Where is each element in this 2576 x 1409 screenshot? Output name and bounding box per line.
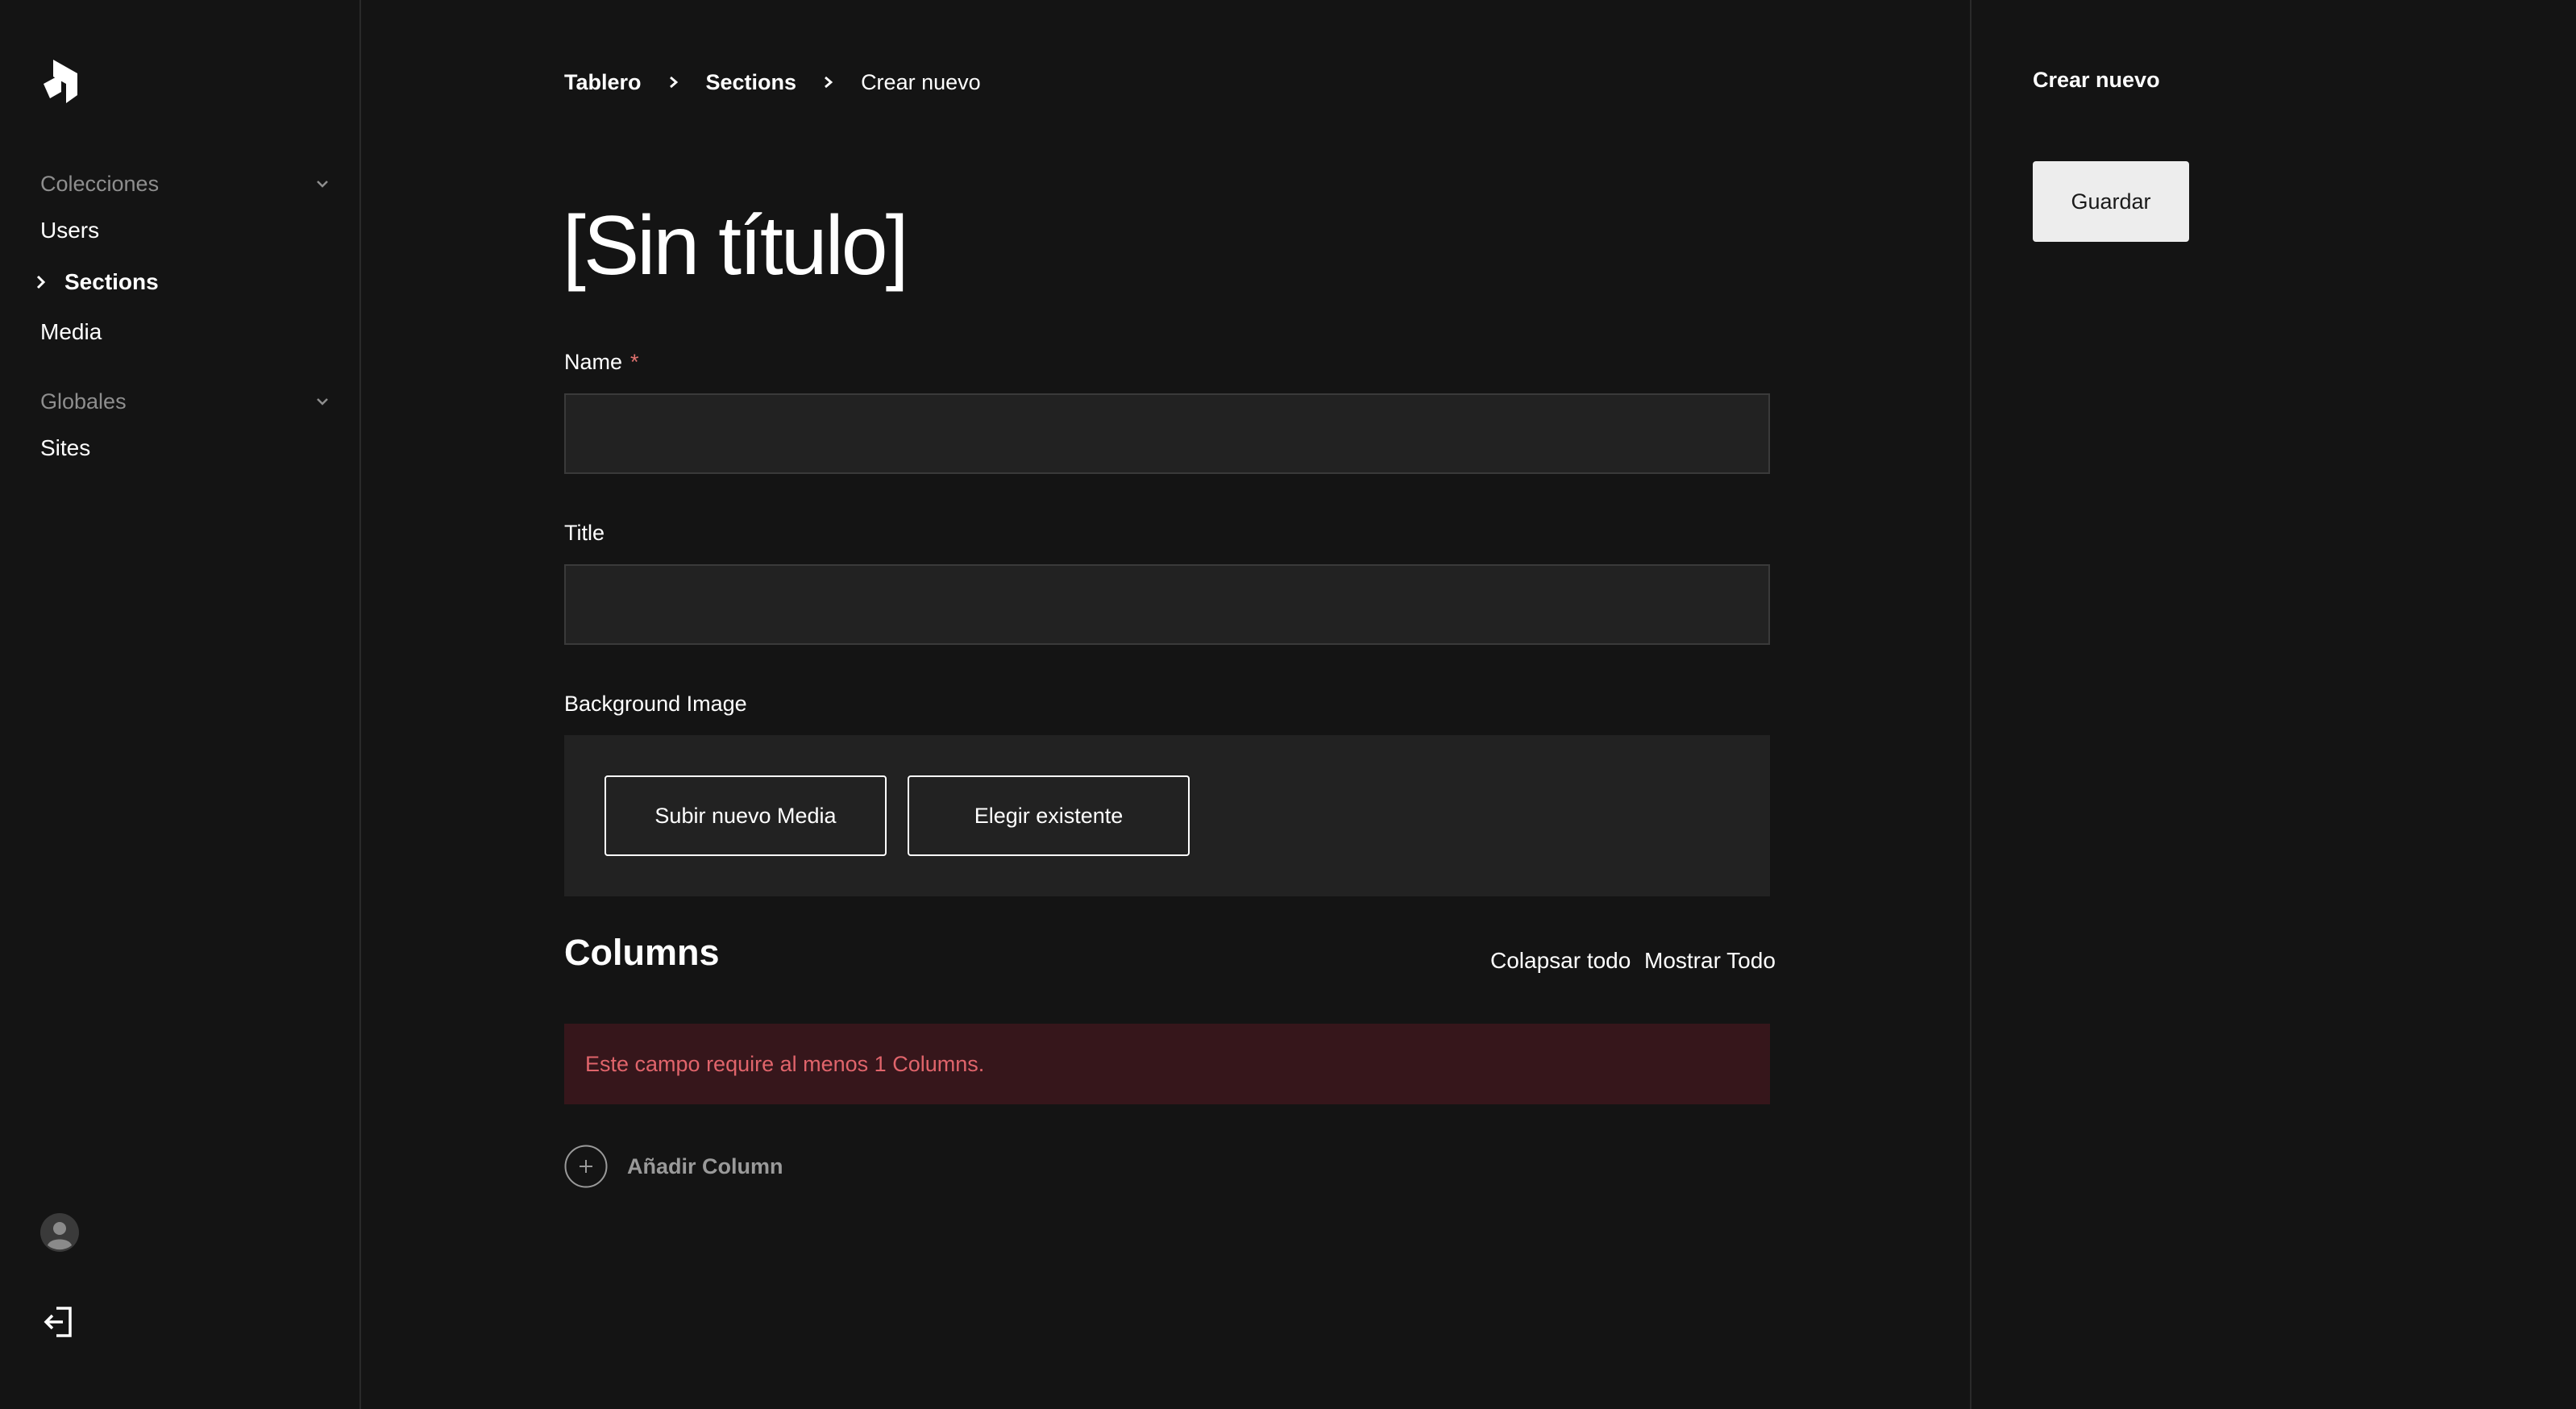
- sidebar-item-sites[interactable]: Sites: [40, 432, 90, 464]
- sidebar-item-label: Sections: [64, 269, 159, 294]
- breadcrumb-current: Crear nuevo: [861, 69, 981, 94]
- sidebar-item-users[interactable]: Users: [40, 214, 99, 247]
- show-all-button[interactable]: Mostrar Todo: [1644, 948, 1776, 974]
- page-title: [Sin título]: [563, 199, 908, 293]
- columns-heading: Columns: [564, 932, 720, 973]
- name-input[interactable]: [564, 393, 1770, 474]
- sidebar-item-media[interactable]: Media: [40, 316, 102, 348]
- avatar-icon[interactable]: [40, 1213, 79, 1252]
- nav-group-label: Colecciones: [40, 171, 160, 196]
- payload-logo-icon[interactable]: [42, 60, 79, 103]
- nav-group-label: Globales: [40, 389, 127, 414]
- chevron-right-icon: [669, 76, 678, 89]
- main-content: Tablero Sections Crear nuevo [Sin título…: [361, 0, 1971, 1409]
- columns-error-banner: Este campo require al menos 1 Columns.: [564, 1024, 1770, 1104]
- save-button[interactable]: Guardar: [2033, 161, 2189, 242]
- chevron-right-icon: [825, 76, 833, 89]
- add-column-label: Añadir Column: [627, 1153, 783, 1178]
- logout-icon[interactable]: [44, 1306, 73, 1338]
- name-label-text: Name: [564, 350, 623, 374]
- nav-group-globals[interactable]: Globales: [40, 385, 330, 418]
- plus-circle-icon: [564, 1145, 608, 1188]
- title-input[interactable]: [564, 564, 1770, 645]
- document-sidebar: Crear nuevo Guardar: [1971, 0, 2576, 1409]
- sidebar-item-sections[interactable]: Sections: [34, 266, 159, 298]
- chevron-right-icon: [36, 275, 46, 289]
- collapse-all-button[interactable]: Colapsar todo: [1490, 948, 1631, 974]
- background-image-upload: Subir nuevo Media Elegir existente: [564, 735, 1770, 896]
- sidebar-item-label: Media: [40, 319, 102, 344]
- name-field-label: Name *: [564, 350, 639, 375]
- add-column-button[interactable]: Añadir Column: [564, 1145, 783, 1188]
- chevron-down-icon: [317, 181, 328, 188]
- breadcrumb-link-sections[interactable]: Sections: [706, 70, 797, 95]
- breadcrumb-link-dashboard[interactable]: Tablero: [564, 70, 642, 95]
- breadcrumb: Tablero Sections Crear nuevo: [564, 66, 981, 98]
- background-image-label: Background Image: [564, 692, 747, 716]
- error-message: Este campo require al menos 1 Columns.: [585, 1051, 985, 1076]
- sidebar: Colecciones Users Sections Media Globale…: [0, 0, 361, 1409]
- nav-group-collections[interactable]: Colecciones: [40, 168, 330, 200]
- chevron-down-icon: [317, 398, 328, 405]
- choose-existing-button[interactable]: Elegir existente: [908, 775, 1190, 856]
- title-field-label: Title: [564, 521, 605, 545]
- upload-new-media-button[interactable]: Subir nuevo Media: [605, 775, 887, 856]
- required-marker: *: [630, 350, 639, 374]
- sidebar-item-label: Users: [40, 218, 100, 243]
- sidebar-item-label: Sites: [40, 435, 91, 460]
- document-status-title: Crear nuevo: [2033, 68, 2160, 92]
